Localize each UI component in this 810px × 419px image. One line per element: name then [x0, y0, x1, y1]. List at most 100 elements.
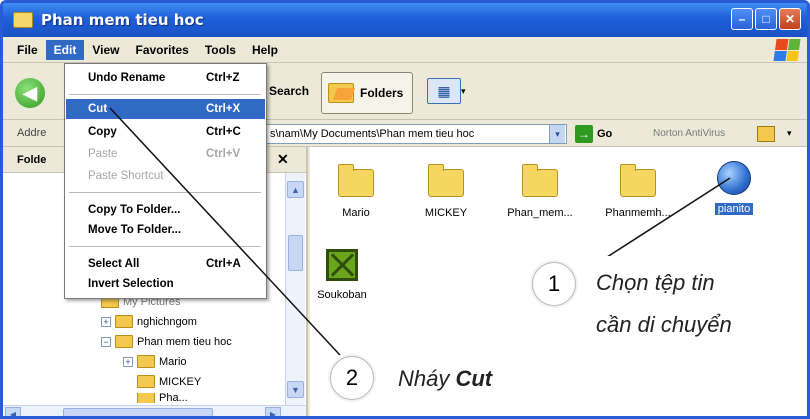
back-button[interactable]: ◀: [15, 78, 45, 108]
search-button[interactable]: Search: [269, 84, 309, 98]
scroll-down-icon[interactable]: ▼: [287, 381, 304, 398]
collapse-icon[interactable]: −: [101, 336, 111, 347]
menu-item-invert-selection[interactable]: Invert Selection: [66, 274, 265, 294]
maximize-button[interactable]: □: [755, 8, 777, 30]
windows-logo-icon: [773, 39, 801, 61]
menu-item-shortcut: Ctrl+X: [206, 103, 241, 115]
menu-item-label: Paste: [88, 148, 118, 160]
scroll-thumb[interactable]: [288, 235, 303, 271]
menu-item-label: Move To Folder...: [88, 224, 182, 236]
menu-help[interactable]: Help: [244, 40, 286, 60]
step-1-text-line1: Chọn tệp tin: [596, 270, 715, 295]
folders-pane-title: Folde: [17, 154, 47, 166]
tree-item-label: MICKEY: [159, 375, 202, 388]
menu-item-label: Select All: [88, 258, 140, 270]
file-label: Phanmemh...: [605, 207, 671, 219]
tree-item-label: nghichngom: [137, 315, 197, 328]
folder-open-icon: [115, 335, 133, 348]
tree-item-label: Pha...: [159, 393, 188, 403]
expand-icon[interactable]: +: [123, 356, 133, 367]
file-label: Mario: [342, 207, 370, 219]
menu-file[interactable]: File: [9, 40, 46, 60]
norton-antivirus-label: Norton AntiVirus: [653, 128, 726, 139]
menu-separator: [69, 192, 261, 193]
menu-item-label: Copy: [88, 126, 117, 138]
scroll-up-icon[interactable]: ▲: [287, 181, 304, 198]
menu-tools[interactable]: Tools: [197, 40, 244, 60]
address-dropdown-icon[interactable]: ▾: [549, 125, 565, 143]
window-controls: – □ ✕: [731, 8, 801, 30]
menu-item-copy[interactable]: Copy Ctrl+C: [66, 122, 265, 142]
folder-icon: [137, 355, 155, 368]
step-2-text: Nháy Cut: [398, 364, 492, 394]
step-2-text-prefix: Nháy: [398, 366, 456, 391]
minimize-button[interactable]: –: [731, 8, 753, 30]
file-item-phan-mem[interactable]: Phan_mem...: [500, 164, 580, 219]
file-label: Phan_mem...: [507, 207, 573, 219]
close-pane-icon[interactable]: ✕: [277, 151, 289, 168]
folder-icon: [522, 164, 558, 197]
scroll-right-icon[interactable]: ▶: [265, 407, 281, 416]
folder-icon: [620, 164, 656, 197]
file-label: Soukoban: [317, 289, 367, 301]
file-item-pianito[interactable]: pianito: [694, 161, 774, 215]
folders-label: Folders: [360, 86, 404, 100]
tree-item[interactable]: Pha...: [137, 393, 188, 403]
folder-icon: [13, 12, 33, 28]
title-bar: Phan mem tieu hoc – □ ✕: [3, 3, 807, 37]
folder-icon: [137, 393, 155, 403]
menu-item-undo-rename[interactable]: Undo Rename Ctrl+Z: [66, 68, 265, 88]
menu-bar: File Edit View Favorites Tools Help: [3, 37, 807, 63]
address-input[interactable]: s\nam\My Documents\Phan mem tieu hoc: [265, 124, 567, 144]
file-item-soukoban[interactable]: Soukoban: [302, 249, 382, 301]
file-label-selected: pianito: [714, 203, 754, 215]
norton-dropdown-icon[interactable]: ▾: [787, 128, 792, 139]
menu-item-move-to-folder[interactable]: Move To Folder...: [66, 220, 265, 240]
tree-item-label: Phan mem tieu hoc: [137, 335, 232, 348]
tree-item[interactable]: − Phan mem tieu hoc: [101, 335, 232, 348]
menu-item-shortcut: Ctrl+C: [206, 126, 241, 138]
expand-icon[interactable]: +: [101, 316, 111, 327]
menu-item-select-all[interactable]: Select All Ctrl+A: [66, 254, 265, 274]
menu-item-label: Copy To Folder...: [88, 204, 181, 216]
menu-separator: [69, 94, 261, 95]
scroll-left-icon[interactable]: ◀: [5, 407, 21, 416]
views-dropdown-icon[interactable]: ▾: [461, 86, 466, 97]
folders-icon: [328, 83, 354, 103]
folders-button[interactable]: Folders: [321, 72, 413, 114]
views-button[interactable]: ▦: [427, 78, 461, 104]
menu-item-label: Paste Shortcut: [88, 170, 164, 182]
menu-favorites[interactable]: Favorites: [127, 40, 196, 60]
globe-icon: [717, 161, 751, 195]
step-2-text-bold: Cut: [455, 366, 493, 391]
menu-item-label: Cut: [88, 103, 108, 115]
norton-icon[interactable]: [757, 126, 775, 142]
tree-item[interactable]: + nghichngom: [101, 315, 197, 328]
window-title: Phan mem tieu hoc: [41, 11, 204, 29]
menu-item-paste: Paste Ctrl+V: [66, 144, 265, 164]
menu-item-label: Undo Rename: [88, 72, 166, 84]
menu-item-cut[interactable]: Cut Ctrl+X: [66, 99, 265, 119]
horizontal-scrollbar[interactable]: ◀ ▶: [3, 405, 306, 416]
step-2-badge: 2: [330, 356, 374, 400]
file-item-mickey[interactable]: MICKEY: [406, 164, 486, 219]
menu-view[interactable]: View: [84, 40, 127, 60]
folder-icon: [428, 164, 464, 197]
menu-item-shortcut: Ctrl+Z: [206, 72, 240, 84]
file-label: MICKEY: [424, 207, 468, 219]
tree-item[interactable]: + Mario: [123, 355, 187, 368]
go-button[interactable]: → Go: [575, 125, 612, 143]
menu-item-copy-to-folder[interactable]: Copy To Folder...: [66, 200, 265, 220]
menu-edit[interactable]: Edit: [45, 39, 85, 60]
tree-item-label: Mario: [159, 355, 187, 368]
file-item-mario[interactable]: Mario: [316, 164, 396, 219]
hscroll-thumb[interactable]: [63, 408, 213, 416]
address-label: Addre: [17, 127, 47, 139]
tree-item[interactable]: MICKEY: [137, 375, 201, 388]
file-item-phanmemh[interactable]: Phanmemh...: [598, 164, 678, 219]
folder-icon: [137, 375, 155, 388]
close-button[interactable]: ✕: [779, 8, 801, 30]
menu-item-label: Invert Selection: [88, 278, 174, 290]
step-1-text-line2: cần di chuyển: [596, 312, 732, 337]
folder-icon: [115, 315, 133, 328]
